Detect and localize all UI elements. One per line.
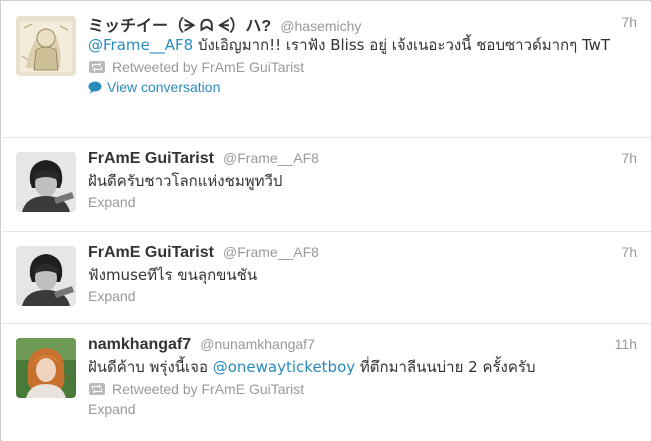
author-handle[interactable]: @Frame__AF8 [223, 150, 319, 166]
tweet-body: บังเอิญมาก!! เราฟัง Bliss อยู่ เจ้งเนอะว… [193, 36, 611, 54]
retweeted-by-label: Retweeted by FrAmE GuiTarist [112, 381, 305, 397]
author-name[interactable]: namkhangaf7 [88, 336, 191, 353]
tweet-text: ฝันดีครับชาวโลกแห่งชมพูทวีป [88, 172, 283, 190]
mention-link[interactable]: @onewayticketboy [213, 358, 355, 376]
tweet-body: ฝันดีค้าบ พรุ่งนี้เจอ [88, 358, 213, 376]
author-handle[interactable]: @hasemichy [280, 18, 361, 34]
tweet-text: ฟังmuseทีไร ขนลุกขนชัน [88, 266, 258, 284]
tweet-text: @Frame__AF8 บังเอิญมาก!! เราฟัง Bliss อย… [88, 34, 637, 56]
retweeted-by[interactable]: Retweeted by FrAmE GuiTarist [88, 379, 637, 399]
mention-link[interactable]: @Frame__AF8 [88, 36, 193, 54]
tweet-timestamp[interactable]: 7h [621, 244, 637, 260]
avatar[interactable] [16, 152, 76, 212]
expand-link[interactable]: Expand [88, 399, 637, 419]
author-handle[interactable]: @Frame__AF8 [223, 244, 319, 260]
tweet-item[interactable]: namkhangaf7 @nunamkhangaf7 11h ฝันดีค้าบ… [2, 324, 651, 441]
retweeted-by[interactable]: Retweeted by FrAmE GuiTarist [88, 57, 637, 77]
author-name[interactable]: FrAmE GuiTarist [88, 150, 214, 167]
tweet-body-tail: ที่ตึกมาลีนนบ่าย 2 ครั้งครับ [355, 358, 536, 376]
tweet-text: ฝันดีค้าบ พรุ่งนี้เจอ @onewayticketboy ท… [88, 356, 637, 378]
view-conversation-link[interactable]: View conversation [88, 77, 637, 97]
tweet-timestamp[interactable]: 11h [615, 336, 637, 352]
author-name[interactable]: ミッチイー（ᗒ ᗣ ᗕ）ハ? [88, 18, 271, 35]
tweet-timeline: ミッチイー（ᗒ ᗣ ᗕ）ハ? @hasemichy 7h @Frame__AF8… [0, 0, 651, 441]
tweet-header: ミッチイー（ᗒ ᗣ ᗕ）ハ? @hasemichy 7h [88, 12, 637, 35]
tweet-header: namkhangaf7 @nunamkhangaf7 11h [88, 334, 637, 356]
tweet-item[interactable]: ミッチイー（ᗒ ᗣ ᗕ）ハ? @hasemichy 7h @Frame__AF8… [2, 2, 651, 138]
retweeted-by-label: Retweeted by FrAmE GuiTarist [112, 59, 305, 75]
tweet-content: namkhangaf7 @nunamkhangaf7 11h ฝันดีค้าบ… [88, 334, 637, 419]
avatar[interactable] [16, 246, 76, 306]
tweet-timestamp[interactable]: 7h [621, 14, 637, 30]
tweet-content: FrAmE GuiTarist @Frame__AF8 7h ฟังmuseที… [88, 242, 637, 306]
tweet-item[interactable]: FrAmE GuiTarist @Frame__AF8 7h ฝันดีครับ… [2, 138, 651, 232]
expand-link[interactable]: Expand [88, 192, 637, 212]
retweet-icon [88, 382, 106, 396]
tweet-content: FrAmE GuiTarist @Frame__AF8 7h ฝันดีครับ… [88, 148, 637, 212]
tweet-header: FrAmE GuiTarist @Frame__AF8 7h [88, 148, 637, 170]
expand-link[interactable]: Expand [88, 286, 637, 306]
retweet-icon [88, 60, 106, 74]
tweet-header: FrAmE GuiTarist @Frame__AF8 7h [88, 242, 637, 264]
author-name[interactable]: FrAmE GuiTarist [88, 244, 214, 261]
tweet-timestamp[interactable]: 7h [621, 150, 637, 166]
author-handle[interactable]: @nunamkhangaf7 [200, 336, 315, 352]
view-conversation-label: View conversation [107, 79, 221, 95]
avatar[interactable] [16, 338, 76, 398]
tweet-content: ミッチイー（ᗒ ᗣ ᗕ）ハ? @hasemichy 7h @Frame__AF8… [88, 12, 637, 97]
speech-bubble-icon [88, 81, 102, 94]
avatar[interactable] [16, 16, 76, 76]
tweet-item[interactable]: FrAmE GuiTarist @Frame__AF8 7h ฟังmuseที… [2, 232, 651, 324]
